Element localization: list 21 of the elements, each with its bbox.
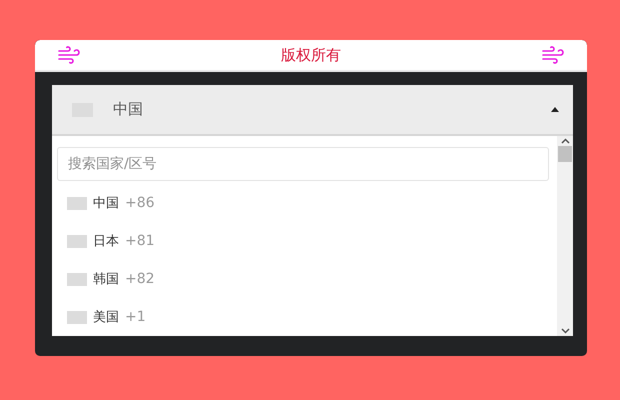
flag-icon <box>67 234 87 248</box>
country-name[interactable]: 日本 <box>93 232 119 250</box>
country-name[interactable]: 韩国 <box>93 270 119 288</box>
search-field[interactable]: 搜索国家/区号 <box>57 147 549 182</box>
country-name[interactable]: 美国 <box>93 308 119 326</box>
wind-icon <box>57 43 81 67</box>
dial-code: +86 <box>125 195 155 211</box>
flag-icon <box>67 272 87 286</box>
flag-icon <box>67 196 87 210</box>
scroll-up-icon[interactable] <box>560 138 570 144</box>
country-name[interactable]: 中国 <box>93 194 119 212</box>
dial-code: +82 <box>125 271 155 287</box>
dial-code: +81 <box>125 233 155 249</box>
scroll-down-icon[interactable] <box>560 328 570 334</box>
country-select[interactable]: 中国 <box>52 85 573 136</box>
scroll-thumb[interactable] <box>558 146 572 162</box>
header-title: 版权所有 <box>281 46 341 64</box>
wind-icon <box>541 43 565 67</box>
scrollbar[interactable] <box>557 136 573 336</box>
dial-code: +1 <box>125 309 146 325</box>
flag-icon <box>67 310 87 324</box>
